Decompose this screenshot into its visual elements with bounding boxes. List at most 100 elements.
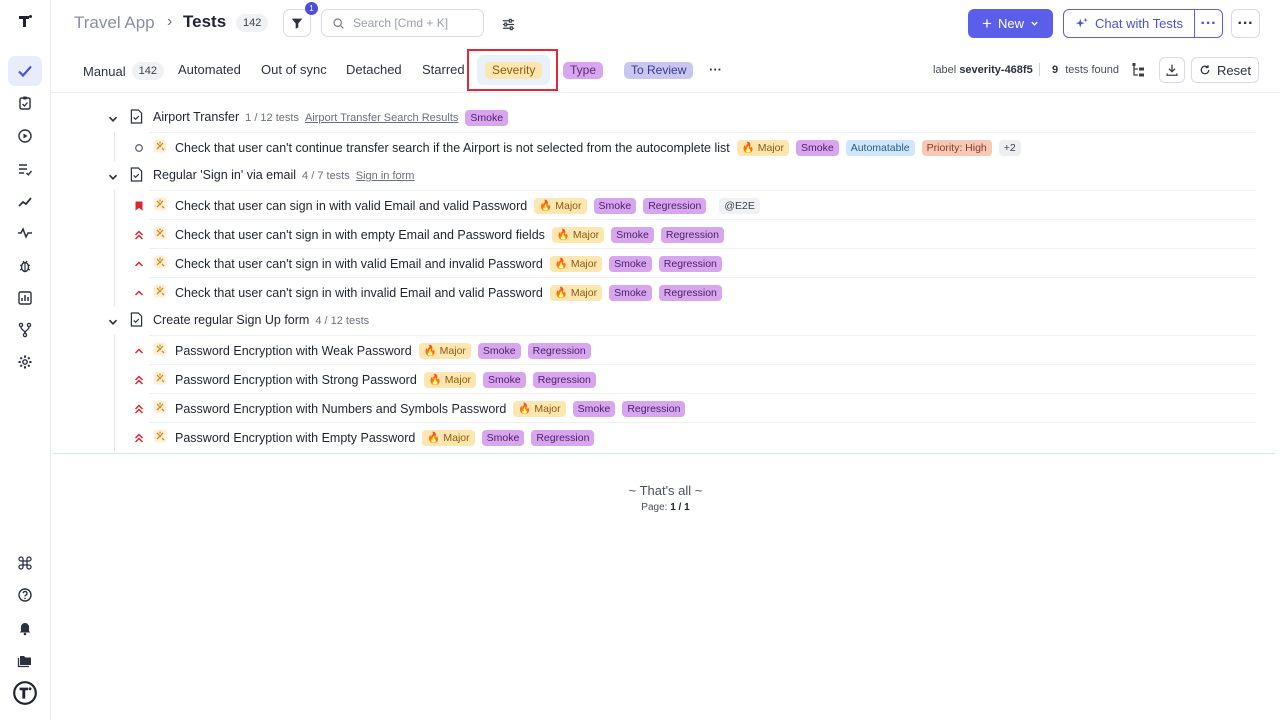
tab-type[interactable]: Type [563,62,604,79]
test-tag[interactable]: Smoke [609,256,652,272]
download-button[interactable] [1159,57,1185,83]
tab-to-review[interactable]: To Review [624,62,694,79]
test-tag[interactable]: Regression [660,227,724,243]
test-name[interactable]: Password Encryption with Weak Password 🔥 … [175,343,591,359]
tree-view-icon[interactable] [1131,62,1149,80]
test-tag[interactable]: Regression [531,430,595,446]
test-name[interactable]: Password Encryption with Empty Password 🔥… [175,430,595,446]
tab-starred[interactable]: Starred [422,62,465,77]
view-settings-button[interactable] [497,13,519,35]
clipboard-icon[interactable] [8,88,42,118]
tab-automated[interactable]: Automated [178,62,241,77]
tabs-more-button[interactable]: ··· [709,62,722,77]
test-name[interactable]: Check that user can't sign in with valid… [175,256,722,272]
tab-manual-label: Manual [83,63,126,79]
suite-row[interactable]: Airport Transfer 1 / 12 tests Airport Tran… [51,103,1256,132]
test-tag[interactable]: Regression [622,401,686,417]
severity-tag[interactable]: 🔥 Major [422,430,475,446]
more-tags-badge[interactable]: +2 [998,140,1021,156]
test-row[interactable]: Check that user can't sign in with inval… [134,277,1256,306]
test-row[interactable]: Check that user can't continue transfer … [135,132,1256,161]
severity-tag[interactable]: 🔥 Major [513,401,566,417]
bug-icon[interactable] [8,251,42,281]
test-name[interactable]: Check that user can't continue transfer … [175,140,1021,156]
new-button[interactable]: + New [968,9,1053,38]
tests-checkmark-icon[interactable] [8,56,42,86]
suite-title[interactable]: Airport Transfer 1 / 12 tests Airport Tran… [153,110,509,126]
page-more-button[interactable]: ··· [1231,9,1260,38]
test-tag[interactable]: Regression [532,372,596,388]
test-row[interactable]: Password Encryption with Empty Password 🔥… [134,422,1256,451]
left-sidebar [0,0,51,720]
logo-icon[interactable] [8,6,42,36]
chat-with-tests-button[interactable]: Chat with Tests [1063,9,1195,38]
test-tag[interactable]: Automatable [845,140,915,156]
bell-icon[interactable] [8,613,42,643]
suite-file-icon [130,312,143,332]
test-tag[interactable]: Smoke [611,227,654,243]
gear-icon[interactable] [8,347,42,377]
test-tag[interactable]: Smoke [593,198,637,214]
test-name[interactable]: Password Encryption with Numbers and Sym… [175,401,686,417]
severity-tag[interactable]: 🔥 Major [534,198,587,214]
test-tag[interactable]: Priority: High [921,140,992,156]
folders-icon[interactable] [8,645,42,675]
test-tag[interactable]: Smoke [481,430,525,446]
test-tag[interactable]: Regression [527,343,591,359]
test-name[interactable]: Check that user can't sign in with empty… [175,227,724,243]
suite-row[interactable]: Regular 'Sign in' via email 4 / 7 tests Si… [51,161,1256,190]
steps-icon[interactable] [8,186,42,216]
test-tag[interactable]: Regression [643,198,707,214]
severity-tag[interactable]: 🔥 Major [551,227,605,243]
chat-more-button[interactable]: ··· [1194,9,1223,38]
pulse-icon[interactable] [8,218,42,248]
test-tag[interactable]: Regression [658,285,722,301]
test-row[interactable]: Password Encryption with Weak Password 🔥 … [134,335,1256,364]
tab-manual[interactable]: Manual 142 [83,62,164,80]
ellipsis-icon: ··· [1200,14,1217,32]
test-tag[interactable]: Smoke [572,401,616,417]
tab-detached[interactable]: Detached [346,62,402,77]
suite-tag[interactable]: Smoke [465,110,509,126]
search-input[interactable] [353,16,483,30]
help-icon[interactable] [8,580,42,610]
search-box[interactable] [321,9,484,37]
suite-title[interactable]: Create regular Sign Up form 4 / 12 tests [153,313,369,327]
test-row[interactable]: Check that user can sign in with valid E… [135,190,1256,219]
checklist-icon[interactable] [8,154,42,184]
test-tag[interactable]: @E2E [719,198,760,214]
severity-tag[interactable]: 🔥 Major [423,372,477,388]
tab-out-of-sync[interactable]: Out of sync [261,62,327,77]
breadcrumb-app[interactable]: Travel App [74,13,155,33]
test-name[interactable]: Check that user can't sign in with inval… [175,285,722,301]
suite-title[interactable]: Regular 'Sign in' via email 4 / 7 tests Si… [153,168,414,182]
test-title: Check that user can't sign in with inval… [175,286,543,300]
reset-button[interactable]: Reset [1191,57,1259,83]
branch-icon[interactable] [8,315,42,345]
test-row[interactable]: Check that user can't sign in with valid… [134,248,1256,277]
suite-row[interactable]: Create regular Sign Up form 4 / 12 tests [51,306,1256,335]
test-name[interactable]: Check that user can sign in with valid E… [175,198,760,214]
test-tag[interactable]: Smoke [477,343,521,359]
command-icon[interactable] [8,548,42,578]
test-row[interactable]: Password Encryption with Numbers and Sym… [134,393,1256,422]
chevron-down-icon[interactable] [108,169,118,187]
severity-tag[interactable]: 🔥 Major [549,285,603,301]
analytics-icon[interactable] [8,283,42,313]
test-tag[interactable]: Smoke [796,140,839,156]
test-tag[interactable]: Smoke [483,372,526,388]
test-row[interactable]: Password Encryption with Strong Password… [134,364,1256,393]
brand-circle-icon[interactable] [8,678,42,708]
play-circle-icon[interactable] [8,121,42,151]
suite-feature-link[interactable]: Airport Transfer Search Results [305,112,458,124]
test-name[interactable]: Password Encryption with Strong Password… [175,372,596,388]
severity-tag[interactable]: 🔥 Major [418,343,471,359]
test-tag[interactable]: Smoke [609,285,652,301]
severity-tag[interactable]: 🔥 Major [549,256,603,272]
chevron-down-icon[interactable] [108,314,118,332]
test-row[interactable]: Check that user can't sign in with empty… [134,219,1256,248]
suite-feature-link[interactable]: Sign in form [356,170,415,182]
test-tag[interactable]: Regression [658,256,722,272]
chevron-down-icon[interactable] [108,111,118,129]
severity-tag[interactable]: 🔥 Major [736,140,789,156]
